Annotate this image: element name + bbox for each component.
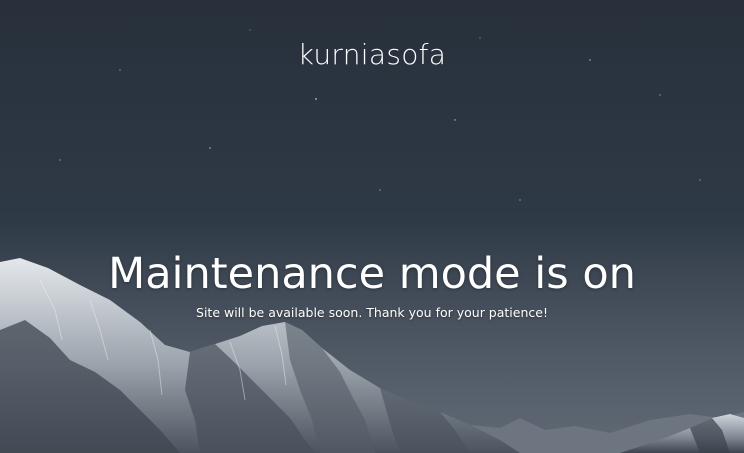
site-title: kurniasofa <box>297 38 447 71</box>
maintenance-page: kurniasofa Maintenance mode is on Site w… <box>0 0 744 453</box>
maintenance-message: Site will be available soon. Thank you f… <box>196 305 548 320</box>
maintenance-headline: Maintenance mode is on <box>108 249 636 299</box>
